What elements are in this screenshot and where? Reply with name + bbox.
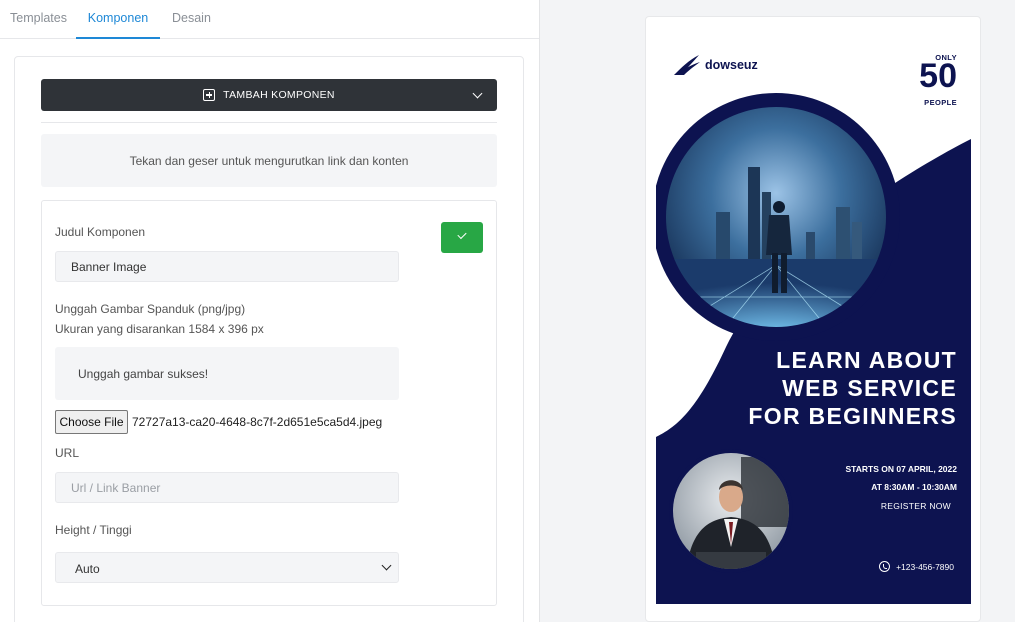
phone-icon — [879, 561, 891, 572]
tab-komponen[interactable]: Komponen — [76, 0, 160, 39]
people-label: PEOPLE — [924, 98, 957, 107]
seat-count: 50 — [919, 57, 957, 95]
upload-success-message: Unggah gambar sukses! — [55, 347, 399, 400]
chevron-down-icon — [381, 560, 392, 571]
event-time: AT 8:30AM - 10:30AM — [871, 482, 957, 492]
brand-logo: dowseuz — [673, 54, 758, 76]
title-input[interactable] — [55, 251, 399, 282]
tab-desain[interactable]: Desain — [172, 0, 211, 39]
sort-hint: Tekan dan geser untuk mengurutkan link d… — [41, 134, 497, 187]
upload-size-hint: Ukuran yang disarankan 1584 x 396 px — [55, 322, 264, 336]
editor-panel: Templates Komponen Desain TAMBAH KOMPONE… — [0, 0, 540, 622]
file-name: 72727a13-ca20-4648-8c7f-2d651e5ca5d4.jpe… — [132, 415, 383, 429]
save-button[interactable] — [441, 222, 483, 253]
plus-square-icon — [203, 89, 216, 101]
phone-number: +123-456-7890 — [896, 561, 954, 572]
banner-background — [656, 93, 971, 604]
height-select-value: Auto — [75, 562, 100, 576]
banner-image[interactable]: dowseuz ONLY 50 PEOPLE LEARN ABOUT WEB S… — [656, 27, 971, 604]
register-text: REGISTER NOW — [880, 501, 951, 511]
headline-line: WEB SERVICE — [782, 375, 957, 401]
url-input[interactable] — [55, 472, 399, 503]
height-label: Height / Tinggi — [55, 523, 132, 537]
check-icon — [457, 229, 467, 240]
upload-label: Unggah Gambar Spanduk (png/jpg) — [55, 302, 246, 316]
banner-headline: LEARN ABOUT WEB SERVICE FOR BEGINNERS — [748, 346, 957, 430]
start-date: STARTS ON 07 APRIL, 2022 — [845, 464, 957, 474]
banner-component-form: Judul Komponen Unggah Gambar Spanduk (pn… — [41, 200, 497, 606]
chevron-down-icon — [472, 88, 483, 99]
url-label: URL — [55, 446, 80, 460]
add-component-button[interactable]: TAMBAH KOMPONEN — [41, 79, 497, 111]
headline-line: LEARN ABOUT — [776, 347, 957, 373]
component-card: TAMBAH KOMPONEN Tekan dan geser untuk me… — [14, 56, 524, 622]
choose-file-button[interactable]: Choose File — [55, 410, 128, 434]
brand-name: dowseuz — [705, 58, 758, 72]
wing-logo-icon — [674, 55, 700, 75]
title-label: Judul Komponen — [55, 225, 146, 239]
height-select[interactable]: Auto — [55, 552, 399, 583]
tab-templates[interactable]: Templates — [10, 0, 67, 39]
tab-bar: Templates Komponen Desain — [0, 0, 539, 39]
phone-contact: +123-456-7890 — [879, 561, 954, 572]
headline-line: FOR BEGINNERS — [748, 403, 957, 429]
add-component-label: TAMBAH KOMPONEN — [223, 89, 335, 101]
preview-panel: dowseuz ONLY 50 PEOPLE LEARN ABOUT WEB S… — [645, 16, 981, 622]
divider — [41, 122, 497, 123]
